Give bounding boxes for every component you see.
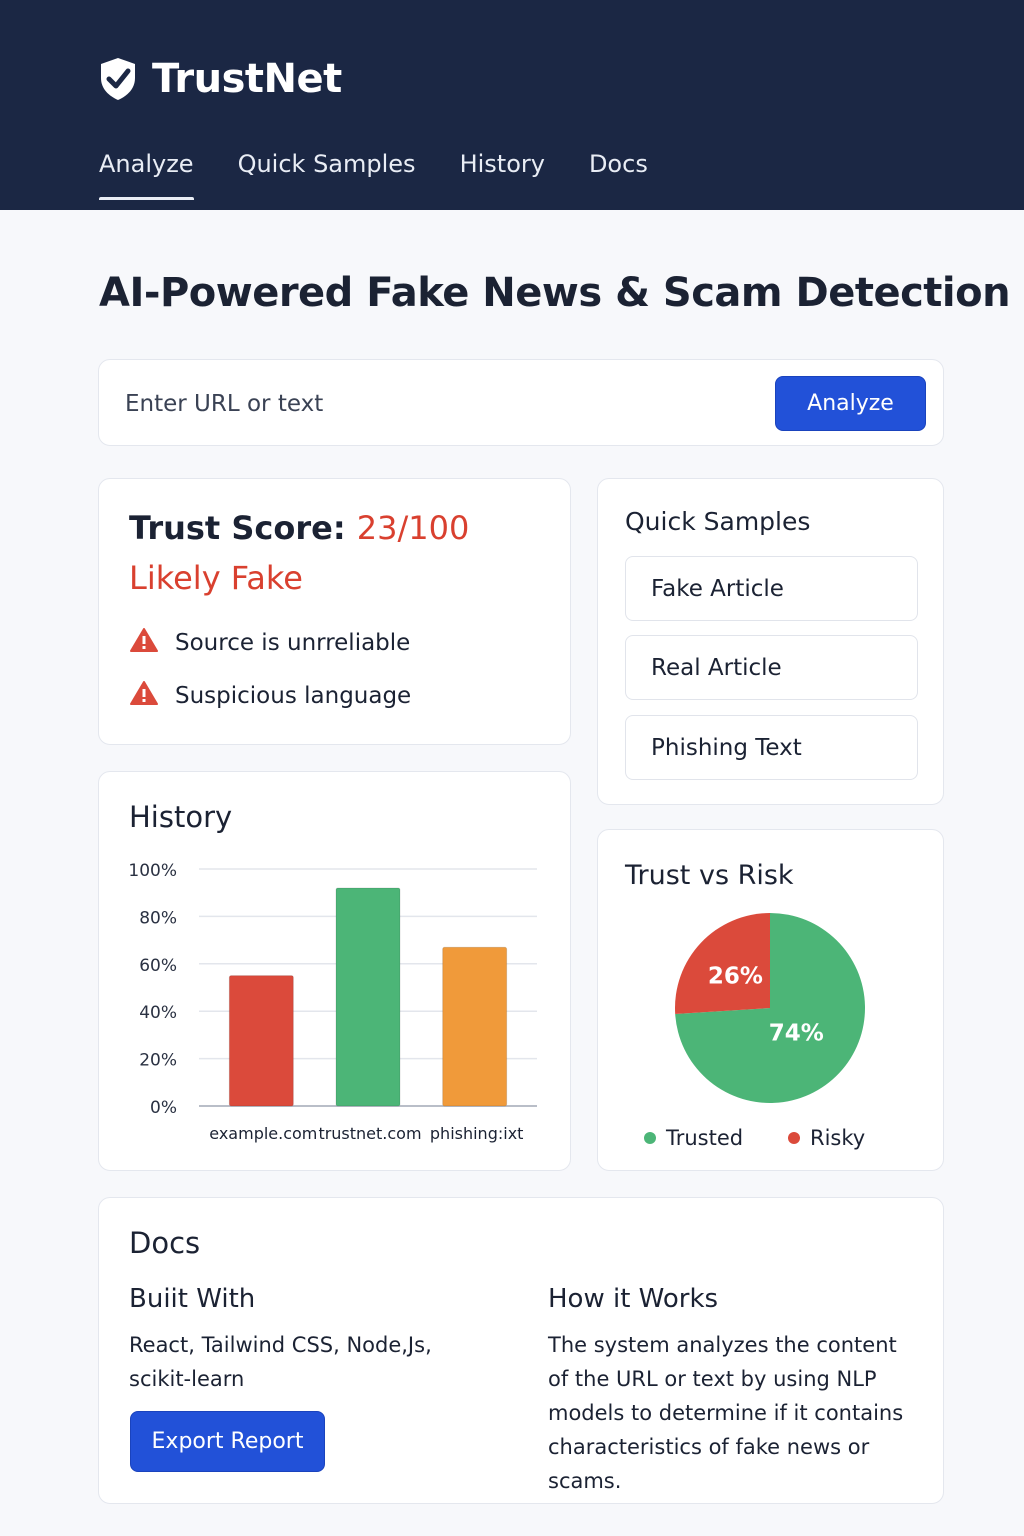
x-tick-label: phishing:ixt [430, 1124, 524, 1143]
warning-item: Source is unrreliable [129, 627, 410, 659]
nav-tab-quick-samples[interactable]: Quick Samples [238, 150, 416, 200]
docs-card: Docs Buiit With React, Tailwind CSS, Nod… [98, 1197, 944, 1504]
trust-score-value: 23/100 [356, 509, 470, 547]
y-tick-label: 40% [139, 1003, 177, 1023]
how-it-works-text: The system analyzes the content of the U… [548, 1333, 904, 1493]
y-tick-label: 80% [139, 908, 177, 928]
bar [335, 887, 401, 1107]
quick-samples-card: Quick Samples Fake Article Real Article … [597, 478, 944, 805]
brand[interactable]: TrustNet [98, 56, 342, 102]
legend-label: Risky [810, 1126, 866, 1150]
trust-score-label: Trust Score: [129, 509, 346, 547]
trust-risk-pie-chart: 74% 26% [675, 913, 865, 1103]
history-bar-chart: 0% 20% 40% 60% 80% 100% example.com trustnet.co… [128, 861, 537, 1143]
warning-icon [129, 627, 159, 659]
bar [228, 975, 294, 1107]
nav-tab-analyze[interactable]: Analyze [99, 150, 194, 200]
page-title: AI-Powered Fake News & Scam Detection [99, 270, 1011, 316]
app-header: TrustNet Analyze Quick Samples History D… [0, 0, 1024, 210]
shield-check-icon [98, 56, 138, 102]
verdict-label: Likely Fake [129, 559, 303, 597]
trust-score: Trust Score: 23/100 [129, 509, 469, 547]
y-tick-label: 60% [139, 956, 177, 976]
analyze-button[interactable]: Analyze [775, 376, 926, 431]
built-with-heading: Buiit With [129, 1284, 256, 1314]
legend-dot [644, 1132, 656, 1144]
warning-text: Suspicious language [175, 683, 412, 709]
main-nav: Analyze Quick Samples History Docs [99, 150, 648, 200]
built-with-text: React, Tailwind CSS, Node,Js, scikit-lea… [129, 1333, 432, 1391]
legend-item-risky: Risky [788, 1126, 865, 1150]
quick-samples-title: Quick Samples [625, 507, 811, 536]
legend-label: Trusted [666, 1126, 744, 1150]
trust-vs-risk-card: Trust vs Risk 74% 26% Trusted Risky [597, 829, 944, 1171]
warning-icon [129, 680, 159, 712]
y-tick-label: 100% [128, 861, 177, 881]
pie-data-label: 74% [769, 1021, 824, 1047]
warning-item: Suspicious language [129, 680, 411, 712]
search-input[interactable] [125, 384, 745, 424]
history-card: History 0% 20% 40% 60% 80% 100% example.com tru… [98, 771, 571, 1171]
search-card: Analyze [98, 359, 944, 446]
sample-fake-article-button[interactable]: Fake Article [625, 556, 918, 621]
y-tick-label: 20% [139, 1051, 177, 1071]
legend-dot [788, 1132, 800, 1144]
export-report-button[interactable]: Export Report [130, 1411, 325, 1472]
x-tick-label: example.com [209, 1124, 317, 1143]
nav-tab-docs[interactable]: Docs [589, 150, 648, 200]
y-tick-label: 0% [150, 1098, 177, 1118]
app-name: TrustNet [152, 56, 342, 102]
trust-score-card: Trust Score: 23/100 Likely Fake Source i… [98, 478, 571, 745]
warning-text: Source is unrreliable [175, 630, 411, 656]
pie-data-label: 26% [708, 963, 763, 989]
docs-title: Docs [129, 1226, 201, 1260]
nav-tab-history[interactable]: History [460, 150, 545, 200]
sample-real-article-button[interactable]: Real Article [625, 635, 918, 700]
how-it-works-heading: How it Works [548, 1284, 719, 1314]
sample-phishing-text-button[interactable]: Phishing Text [625, 715, 918, 780]
x-tick-label: trustnet.com [318, 1124, 421, 1143]
legend-item-trusted: Trusted [644, 1126, 743, 1150]
bar [442, 946, 508, 1107]
